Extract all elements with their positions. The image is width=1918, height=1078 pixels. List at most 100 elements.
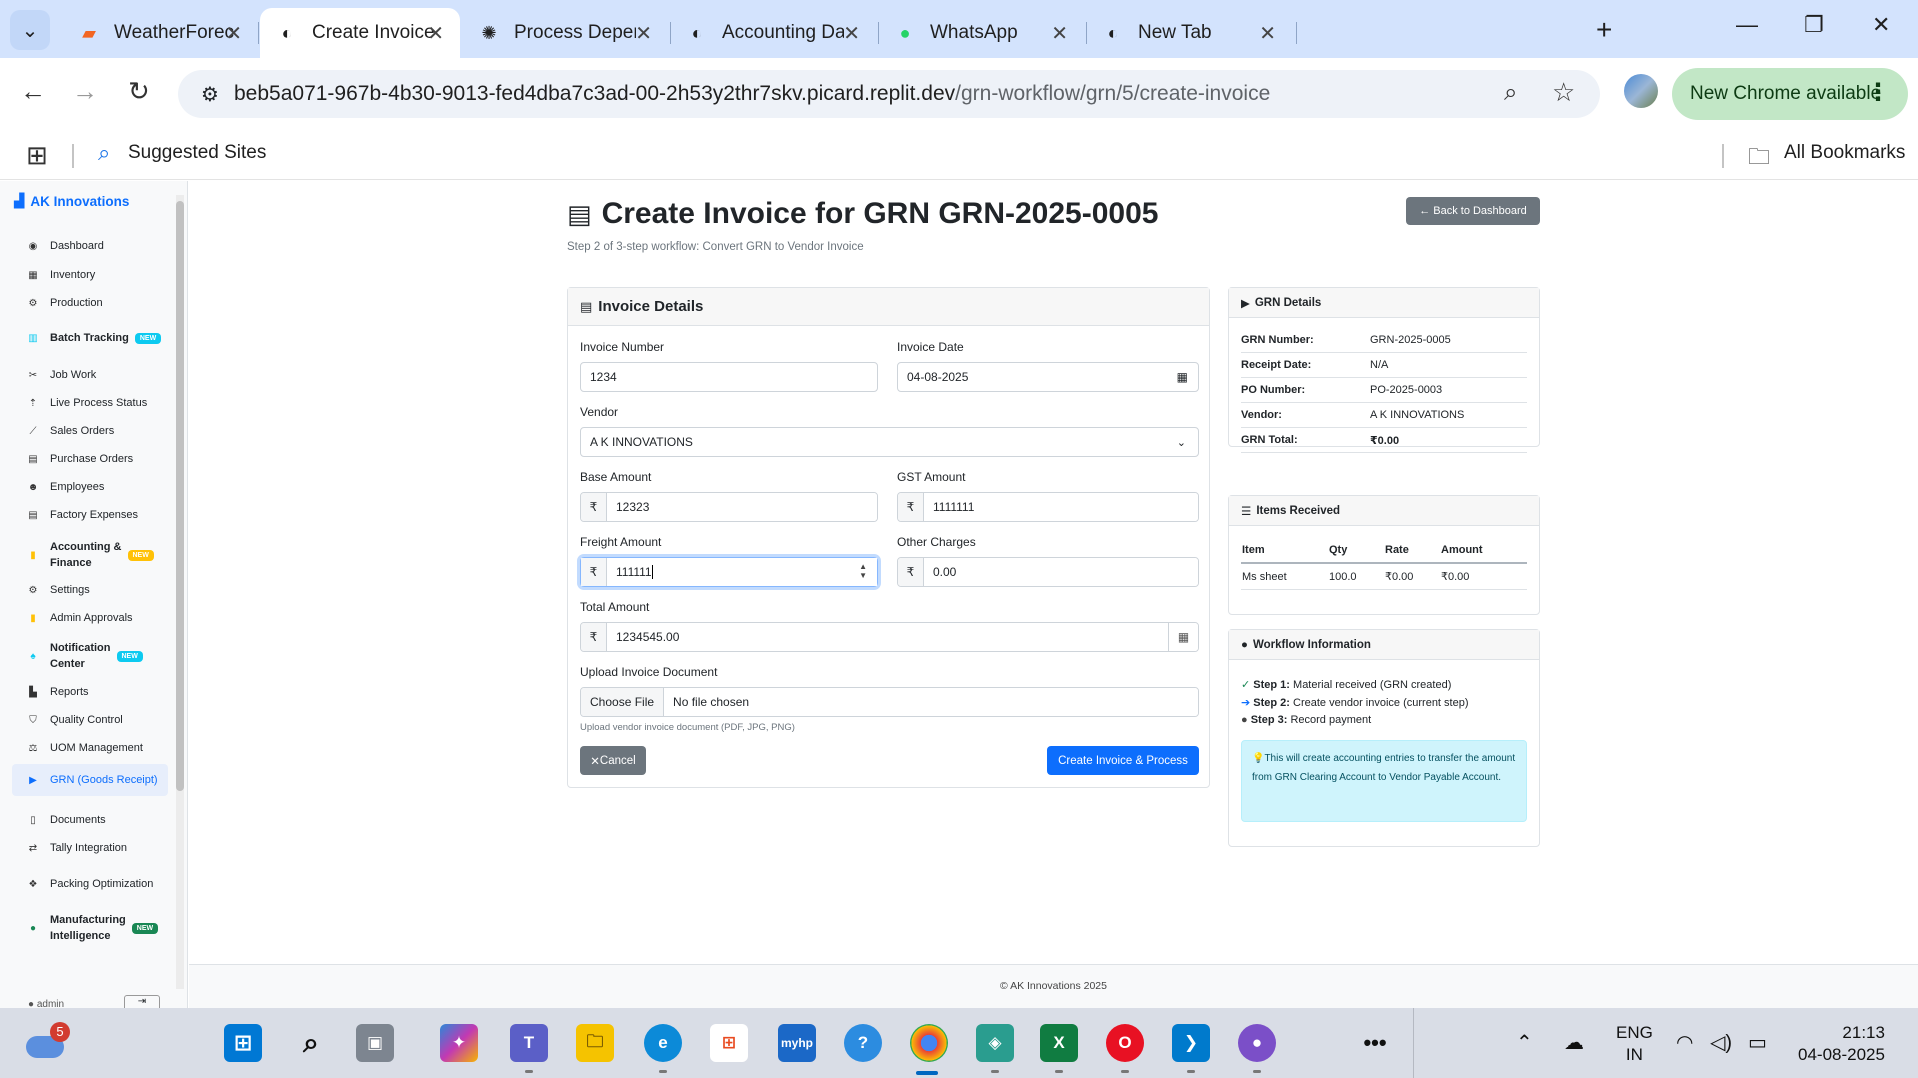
sidebar-item-accounting-finance[interactable]: ▮ Accounting & Finance NEW <box>26 539 176 571</box>
sidebar-item-purchase-orders[interactable]: ▤ Purchase Orders <box>26 453 176 465</box>
sidebar-item-batch-tracking[interactable]: ▥ Batch Tracking NEW <box>26 332 176 344</box>
invoice-date-input[interactable]: 04-08-2025 ▦ <box>897 362 1199 392</box>
sidebar-scrollbar-thumb[interactable] <box>176 201 184 791</box>
freight-amount-field[interactable]: 111111 ▲ ▼ <box>607 558 877 586</box>
more-apps-icon[interactable]: ••• <box>1356 1024 1394 1062</box>
more-vert-icon[interactable]: ⋮ <box>1866 78 1890 107</box>
close-icon[interactable]: ✕ <box>427 21 444 46</box>
restore-icon[interactable]: ❐ <box>1804 12 1824 38</box>
close-icon[interactable]: ✕ <box>635 21 652 46</box>
minimize-icon[interactable]: — <box>1736 12 1758 38</box>
chevron-up-icon[interactable]: ⌃ <box>1516 1030 1533 1055</box>
sidebar-item-sales-orders[interactable]: ⟋ Sales Orders <box>26 425 176 437</box>
all-bookmarks-button[interactable]: All Bookmarks <box>1784 142 1905 164</box>
choose-file-button[interactable]: Choose File <box>581 688 665 716</box>
profile-avatar[interactable] <box>1624 74 1658 108</box>
sidebar-item-live-process-status[interactable]: ⇡ Live Process Status <box>26 397 176 409</box>
chrome-update-button[interactable]: New Chrome available ⋮ <box>1672 68 1908 120</box>
tab-process-dependency[interactable]: ✺ Process Dependen ✕ <box>462 8 668 58</box>
close-window-icon[interactable]: ✕ <box>1872 12 1890 38</box>
sidebar-scrollbar[interactable] <box>176 195 184 989</box>
close-icon[interactable]: ✕ <box>1259 21 1276 46</box>
teams-icon[interactable]: T <box>510 1024 548 1062</box>
logout-button[interactable]: ⇥ <box>124 995 160 1008</box>
new-tab-plus-icon[interactable]: + <box>1596 14 1612 46</box>
onedrive-cloud-icon[interactable]: ☁ <box>1564 1030 1584 1055</box>
windows-start-icon[interactable]: ⊞ <box>224 1024 262 1062</box>
number-spinner[interactable]: ▲ ▼ <box>859 562 867 580</box>
freight-amount-input[interactable]: ₹111111 ▲ ▼ <box>580 557 878 587</box>
apps-grid-icon[interactable]: ⊞ <box>26 140 48 171</box>
calculator-button[interactable]: ▦ <box>1168 623 1198 651</box>
vendor-select[interactable]: A K INNOVATIONS ⌄ <box>580 427 1199 457</box>
vscode-icon[interactable]: ❯ <box>1172 1024 1210 1062</box>
sidebar-item-quality-control[interactable]: ⛉ Quality Control <box>26 714 176 726</box>
sidebar-item-job-work[interactable]: ✂ Job Work <box>26 369 176 381</box>
bookmark-star-icon[interactable]: ☆ <box>1552 77 1575 108</box>
copilot-icon[interactable]: ✦ <box>440 1024 478 1062</box>
create-invoice-button[interactable]: Create Invoice & Process <box>1047 746 1199 775</box>
volume-icon[interactable]: ◁) <box>1710 1030 1732 1055</box>
brand[interactable]: ▟ AK Innovations <box>14 193 129 209</box>
sidebar-item-inventory[interactable]: ▦ Inventory <box>26 269 176 281</box>
code-app-icon[interactable]: ◈ <box>976 1024 1014 1062</box>
system-clock[interactable]: 21:13 04-08-2025 <box>1798 1022 1885 1066</box>
zoom-icon[interactable]: ⌕ <box>1504 79 1517 107</box>
close-icon[interactable]: ✕ <box>843 21 860 46</box>
excel-icon[interactable]: X <box>1040 1024 1078 1062</box>
total-amount-input[interactable]: ₹1234545.00 ▦ <box>580 622 1199 652</box>
back-arrow-icon[interactable]: ← <box>20 76 46 107</box>
close-icon[interactable]: ✕ <box>1051 21 1068 46</box>
search-icon[interactable]: ⌕ <box>292 1024 330 1062</box>
upload-invoice-input[interactable]: Choose File No file chosen <box>580 687 1199 717</box>
close-icon[interactable]: ✕ <box>225 21 242 46</box>
invoice-number-input[interactable]: 1234 <box>580 362 878 392</box>
task-view-icon[interactable]: ▣ <box>356 1024 394 1062</box>
file-explorer-icon[interactable]: 🗀 <box>576 1024 614 1062</box>
tab-search-button[interactable]: ⌄ <box>10 10 50 50</box>
sidebar-item-admin-approvals[interactable]: ▮ Admin Approvals <box>26 612 176 624</box>
gst-amount-input[interactable]: ₹1111111 <box>897 492 1199 522</box>
cancel-button[interactable]: ✕ Cancel <box>580 746 646 775</box>
address-bar[interactable]: ⚙ beb5a071-967b-4b30-9013-fed4dba7c3ad-0… <box>178 70 1600 118</box>
get-help-icon[interactable]: ? <box>844 1024 882 1062</box>
github-desktop-icon[interactable]: ● <box>1238 1024 1276 1062</box>
tab-weatherforecast[interactable]: ▰ WeatherForecast - ✕ <box>62 8 258 58</box>
battery-icon[interactable]: ▭ <box>1748 1030 1767 1055</box>
sidebar-item-employees[interactable]: ☻ Employees <box>26 481 176 493</box>
url-text[interactable]: beb5a071-967b-4b30-9013-fed4dba7c3ad-00-… <box>234 82 1270 106</box>
myhp-icon[interactable]: myhp <box>778 1024 816 1062</box>
sidebar-item-notification-center[interactable]: ♠ Notification Center NEW <box>26 640 176 672</box>
opera-icon[interactable]: O <box>1106 1024 1144 1062</box>
reload-icon[interactable]: ↻ <box>128 76 150 107</box>
grn-detail-value: GRN-2025-0005 <box>1370 334 1451 346</box>
tab-whatsapp[interactable]: ● WhatsApp ✕ <box>878 8 1084 58</box>
forward-arrow-icon[interactable]: → <box>72 76 98 107</box>
site-info-icon[interactable]: ⚙ <box>196 80 224 108</box>
back-to-dashboard-button[interactable]: ← Back to Dashboard <box>1406 197 1540 225</box>
sidebar-item-factory-expenses[interactable]: ▤ Factory Expenses <box>26 509 176 521</box>
base-amount-input[interactable]: ₹12323 <box>580 492 878 522</box>
weather-widget[interactable]: 5 <box>24 1022 70 1064</box>
sidebar-item-packing-optimization[interactable]: ❖ Packing Optimization <box>26 878 176 890</box>
tab-accounting-dashboard[interactable]: ◐ Accounting Dashb ✕ <box>670 8 876 58</box>
language-indicator[interactable]: ENG IN <box>1616 1022 1653 1066</box>
wifi-icon[interactable]: ◠ <box>1676 1030 1693 1055</box>
other-charges-input[interactable]: ₹0.00 <box>897 557 1199 587</box>
sidebar-item-grn-goods-receipt[interactable]: ▶ GRN (Goods Receipt) <box>12 764 168 796</box>
edge-icon[interactable]: e <box>644 1024 682 1062</box>
calendar-icon[interactable]: ▦ <box>1177 370 1188 384</box>
sidebar-item-settings[interactable]: ⚙ Settings <box>26 584 176 596</box>
sidebar-item-documents[interactable]: ▯ Documents <box>26 814 176 826</box>
microsoft-store-icon[interactable]: ⊞ <box>710 1024 748 1062</box>
sidebar-item-manufacturing-intelligence[interactable]: ● Manufacturing Intelligence NEW <box>26 912 176 944</box>
bookmark-suggested-sites[interactable]: Suggested Sites <box>128 142 266 164</box>
sidebar-item-production[interactable]: ⚙ Production <box>26 297 176 309</box>
tab-new-tab[interactable]: ◐ New Tab ✕ <box>1086 8 1292 58</box>
sidebar-item-tally-integration[interactable]: ⇄ Tally Integration <box>26 842 176 854</box>
sidebar-item-uom-management[interactable]: ⚖ UOM Management <box>26 742 176 754</box>
sidebar-item-dashboard[interactable]: ◉ Dashboard <box>26 240 176 252</box>
sidebar-item-reports[interactable]: ▙ Reports <box>26 686 176 698</box>
chrome-taskbar-icon[interactable] <box>910 1024 948 1062</box>
tab-create-invoice[interactable]: ◐ Create Invoice for G ✕ <box>260 8 460 58</box>
